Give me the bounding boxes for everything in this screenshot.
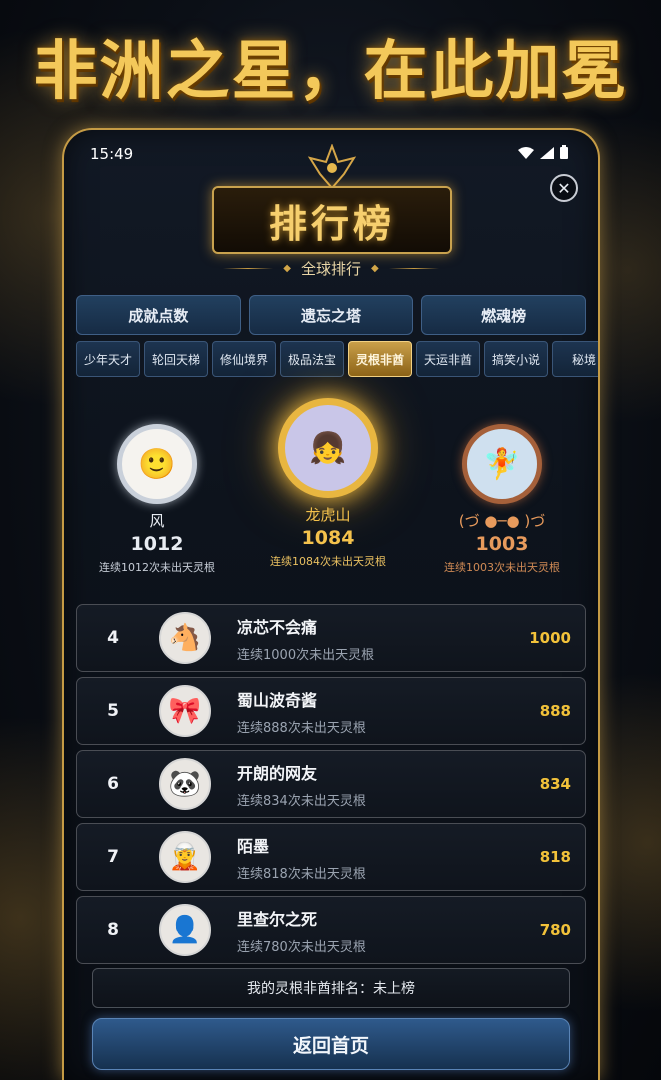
rank-name: 蜀山波奇酱: [237, 690, 318, 710]
avatar: 🐴: [159, 612, 211, 664]
podium-first-name: 龙虎山: [305, 506, 351, 524]
rank-score: 818: [539, 848, 571, 866]
rank-number: 5: [107, 701, 119, 721]
return-home-button[interactable]: 返回首页: [92, 1018, 570, 1070]
wifi-icon: [518, 145, 534, 163]
podium-third-name: (づ ●─● )づ: [458, 512, 546, 530]
close-icon: ✕: [557, 178, 571, 198]
leaderboard-title-plaque: 排行榜: [212, 186, 452, 254]
page-title: 排行榜: [268, 200, 395, 246]
phone-frame: 15:49 ✕ 排行榜 ◆ 全球排行 ◆ 成就点数 遗忘之塔 燃魂榜 少年天才 …: [62, 128, 600, 1080]
rank-name: 里查尔之死: [237, 909, 318, 929]
rank-desc: 连续818次未出天灵根: [237, 866, 366, 882]
podium-second-name: 风: [149, 512, 165, 530]
diamond-icon: ◆: [283, 263, 291, 274]
rank-info: 蜀山波奇酱 连续888次未出天灵根: [237, 687, 515, 736]
table-row[interactable]: 7 🧝 陌墨 连续818次未出天灵根 818: [76, 823, 586, 891]
table-row[interactable]: 5 🎀 蜀山波奇酱 连续888次未出天灵根 888: [76, 677, 586, 745]
avatar: 👤: [159, 904, 211, 956]
avatar: 🎀: [159, 685, 211, 737]
rank-desc: 连续888次未出天灵根: [237, 720, 366, 736]
podium-third-score: 1003: [475, 533, 529, 555]
subtab-secret-realm[interactable]: 秘境: [552, 341, 598, 377]
podium-first-score: 1084: [301, 527, 355, 549]
subtab-cultivation-realm[interactable]: 修仙境界: [212, 341, 276, 377]
main-tabs: 成就点数 遗忘之塔 燃魂榜: [76, 295, 587, 335]
promo-banner-title: 非洲之星，在此加冕: [33, 34, 628, 109]
rank-desc: 连续1000次未出天灵根: [237, 647, 375, 663]
table-row[interactable]: 6 🐼 开朗的网友 连续834次未出天灵根 834: [76, 750, 586, 818]
rank-score: 834: [539, 775, 571, 793]
battery-icon: [560, 145, 568, 163]
subtitle-divider-left: [223, 268, 274, 269]
subtab-young-genius[interactable]: 少年天才: [76, 341, 140, 377]
my-rank-status: 我的灵根非酋排名：未上榜: [92, 968, 570, 1008]
bronze-avatar-frame: 🧚: [462, 424, 542, 504]
diamond-icon: ◆: [371, 263, 379, 274]
avatar: 🧚: [483, 446, 521, 482]
podium-third-desc: 连续1003次未出天灵根: [444, 561, 560, 574]
subtab-spirit-root-unlucky[interactable]: 灵根非酋: [348, 341, 412, 377]
podium-top-three: 🙂 风 1012 连续1012次未出天灵根 👧 龙虎山 1084 连续1084次…: [64, 388, 598, 588]
subtitle-divider-right: [388, 268, 439, 269]
subtab-supreme-treasure[interactable]: 极品法宝: [280, 341, 344, 377]
rank-name: 陌墨: [237, 836, 270, 856]
table-row[interactable]: 4 🐴 凉芯不会痛 连续1000次未出天灵根 1000: [76, 604, 586, 672]
status-icons: [518, 145, 568, 163]
podium-first-desc: 连续1084次未出天灵根: [270, 555, 386, 568]
podium-second-score: 1012: [130, 533, 184, 555]
podium-third[interactable]: 🧚 (づ ●─● )づ 1003 连续1003次未出天灵根: [427, 424, 577, 575]
status-time: 15:49: [90, 145, 134, 163]
page-subtitle: 全球排行: [300, 260, 361, 278]
podium-second-desc: 连续1012次未出天灵根: [99, 561, 215, 574]
tab-soul-burning[interactable]: 燃魂榜: [421, 295, 587, 335]
gold-avatar-frame: 👧: [278, 398, 378, 498]
rank-desc: 连续834次未出天灵根: [237, 793, 366, 809]
rank-list: 4 🐴 凉芯不会痛 连续1000次未出天灵根 1000 5 🎀 蜀山波奇酱 连续…: [76, 604, 586, 969]
tab-achievement-points[interactable]: 成就点数: [76, 295, 241, 335]
avatar: 🧝: [159, 831, 211, 883]
rank-info: 里查尔之死 连续780次未出天灵根: [237, 906, 515, 955]
close-button[interactable]: ✕: [550, 174, 578, 202]
podium-first[interactable]: 👧 龙虎山 1084 连续1084次未出天灵根: [253, 398, 403, 569]
rank-info: 陌墨 连续818次未出天灵根: [237, 833, 515, 882]
rank-score: 888: [539, 702, 571, 720]
rank-score: 780: [539, 921, 571, 939]
rank-number: 4: [107, 628, 119, 648]
table-row[interactable]: 8 👤 里查尔之死 连续780次未出天灵根 780: [76, 896, 586, 964]
rank-name: 开朗的网友: [237, 763, 318, 783]
rank-number: 8: [107, 920, 119, 940]
silver-avatar-frame: 🙂: [117, 424, 197, 504]
rank-info: 凉芯不会痛 连续1000次未出天灵根: [237, 614, 515, 663]
subtab-reincarnation-ladder[interactable]: 轮回天梯: [144, 341, 208, 377]
dragon-crest-icon: [307, 144, 357, 190]
signal-icon: [540, 145, 554, 163]
sub-tabs: 少年天才 轮回天梯 修仙境界 极品法宝 灵根非酋 天运非酋 搞笑小说 秘境: [76, 341, 598, 377]
podium-second[interactable]: 🙂 风 1012 连续1012次未出天灵根: [82, 424, 232, 575]
rank-number: 6: [107, 774, 119, 794]
subtab-funny-novel[interactable]: 搞笑小说: [484, 341, 548, 377]
subtitle-row: ◆ 全球排行 ◆: [64, 258, 598, 279]
avatar: 🙂: [138, 446, 176, 482]
avatar: 👧: [309, 430, 347, 466]
subtab-fortune-unlucky[interactable]: 天运非酋: [416, 341, 480, 377]
rank-info: 开朗的网友 连续834次未出天灵根: [237, 760, 515, 809]
rank-number: 7: [107, 847, 119, 867]
rank-desc: 连续780次未出天灵根: [237, 939, 366, 955]
rank-name: 凉芯不会痛: [237, 617, 318, 637]
tab-forgotten-tower[interactable]: 遗忘之塔: [248, 295, 414, 335]
rank-score: 1000: [529, 629, 571, 647]
avatar: 🐼: [159, 758, 211, 810]
